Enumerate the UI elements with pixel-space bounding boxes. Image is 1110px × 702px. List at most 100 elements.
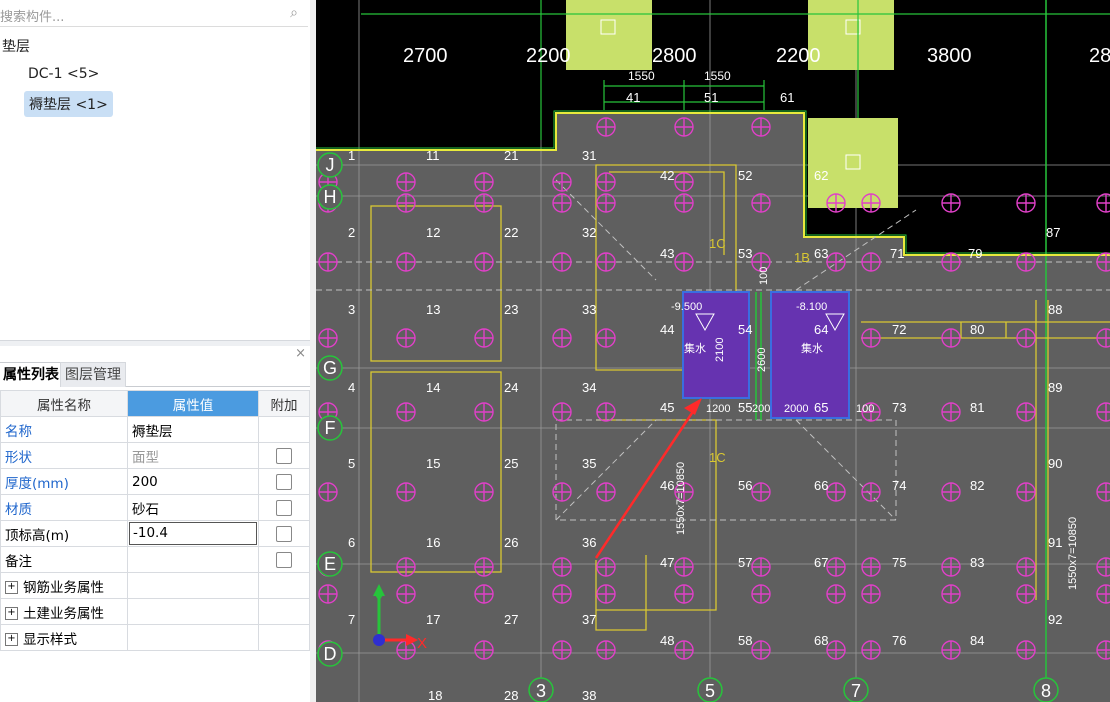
attach-checkbox[interactable] [276, 473, 292, 490]
axis-label: G [323, 358, 337, 378]
cell-number: 6 [348, 535, 355, 550]
dim-top: 2700 [403, 45, 448, 67]
cell-number: 4 [348, 380, 355, 395]
axis-label: E [324, 554, 336, 574]
long-dim: 1550x7=10850 [675, 462, 687, 535]
attach-checkbox[interactable] [276, 447, 292, 464]
tree-category[interactable]: 垫层 [2, 36, 30, 56]
table-row: 备注 [0, 546, 310, 573]
tab-layer-management[interactable]: 图层管理 [60, 362, 126, 387]
search-input[interactable]: 搜索构件... [0, 6, 64, 25]
cell-number: 21 [504, 148, 518, 163]
cell-number: 44 [660, 322, 674, 337]
cell-number: 43 [660, 246, 674, 261]
cell-number: 45 [660, 400, 674, 415]
prop-name: 名称 [0, 416, 128, 443]
attach-checkbox[interactable] [276, 499, 292, 516]
attach-checkbox[interactable] [276, 525, 292, 542]
cell-number: 35 [582, 456, 596, 471]
prop-value-thickness[interactable]: 200 [127, 468, 259, 495]
group-rebar[interactable]: + 钢筋业务属性 [0, 572, 128, 599]
pit-label: 集水 [684, 341, 706, 355]
room-label: 1B [794, 250, 810, 265]
room-dim: 200 [752, 403, 770, 415]
sub-dim: 1550 [704, 69, 731, 83]
cell-number: 3 [348, 302, 355, 317]
cell-number: 65 [814, 400, 828, 415]
cell-number: 79 [968, 246, 982, 261]
attach-checkbox[interactable] [276, 551, 292, 568]
group-display[interactable]: + 显示样式 [0, 624, 128, 651]
cell-number: 92 [1048, 612, 1062, 627]
expand-icon[interactable]: + [5, 581, 18, 594]
cell-number: 7 [348, 612, 355, 627]
tree-item-cushion[interactable]: 褥垫层 <1> [24, 91, 113, 117]
group-row[interactable]: + 钢筋业务属性 [0, 572, 310, 599]
elevation-label: -9.500 [671, 301, 702, 313]
dim-top: 2200 [776, 45, 821, 67]
cell-number: 82 [970, 478, 984, 493]
group-civil[interactable]: + 土建业务属性 [0, 598, 128, 625]
cell-number: 17 [426, 612, 440, 627]
cell-number: 32 [582, 225, 596, 240]
cell-number: 80 [970, 322, 984, 337]
dim-top: 2800 [652, 45, 697, 67]
expand-icon[interactable]: + [5, 607, 18, 620]
cell-number: 62 [814, 168, 828, 183]
cell-number: 5 [348, 456, 355, 471]
room-dim: 2100 [714, 338, 726, 362]
cell-number: 71 [890, 246, 904, 261]
room-dim: 1200 [706, 403, 730, 415]
dim-top: 28 [1089, 45, 1110, 67]
cell-number: 55 [738, 400, 752, 415]
room-dim: 2000 [784, 403, 808, 415]
group-row[interactable]: + 土建业务属性 [0, 598, 310, 625]
room-label: 1C [709, 236, 726, 251]
cell-number: 73 [892, 400, 906, 415]
cell-number: 33 [582, 302, 596, 317]
close-icon[interactable]: × [295, 346, 306, 361]
search-box[interactable]: 搜索构件... ⌕ [0, 2, 308, 27]
cell-number: 63 [814, 246, 828, 261]
cell-number: 47 [660, 555, 674, 570]
axis-label: F [325, 418, 336, 438]
tree-item-dc1[interactable]: DC-1 <5> [28, 66, 99, 82]
cell-number: 68 [814, 633, 828, 648]
prop-extra [258, 546, 310, 573]
cell-number: 57 [738, 555, 752, 570]
axis-label: 3 [536, 681, 546, 701]
cell-number: 24 [504, 380, 518, 395]
cell-number: 27 [504, 612, 518, 627]
sub-dim: 1550 [628, 69, 655, 83]
cell-number: 84 [970, 633, 984, 648]
cad-canvas[interactable]: 2700 2200 2800 2200 3800 28 1550 1550 -9… [316, 0, 1110, 702]
cell-number: 81 [970, 400, 984, 415]
tab-property-list[interactable]: 属性列表 [0, 362, 64, 387]
prop-extra [258, 494, 310, 521]
cell-number: 12 [426, 225, 440, 240]
prop-value-remark[interactable] [127, 546, 259, 573]
cell-number: 42 [660, 168, 674, 183]
expand-icon[interactable]: + [5, 633, 18, 646]
cell-number: 26 [504, 535, 518, 550]
prop-name: 厚度(mm) [0, 468, 128, 495]
top-elevation-input[interactable]: -10.4 [129, 522, 257, 545]
col-header-extra: 附加 [258, 390, 310, 417]
cell-number: 14 [426, 380, 440, 395]
grid-code: 38 [582, 688, 596, 702]
cell-number: 34 [582, 380, 596, 395]
group-row[interactable]: + 显示样式 [0, 624, 310, 651]
table-row: 材质 砂石 [0, 494, 310, 521]
room-label: 1C [709, 450, 726, 465]
cell-number: 23 [504, 302, 518, 317]
property-panel: × 属性列表 图层管理 属性名称 属性值 附加 名称 褥垫层 形状 面型 厚度(… [0, 346, 310, 702]
prop-value-material[interactable]: 砂石 [127, 494, 259, 521]
cell-number: 36 [582, 535, 596, 550]
prop-value-name[interactable]: 褥垫层 [127, 416, 259, 443]
table-row: 形状 面型 [0, 442, 310, 469]
search-icon[interactable]: ⌕ [290, 5, 298, 21]
room-dim: 100 [856, 403, 874, 415]
axis-label: D [324, 644, 337, 664]
axis-label: 7 [851, 681, 861, 701]
cell-number: 41 [626, 90, 640, 105]
